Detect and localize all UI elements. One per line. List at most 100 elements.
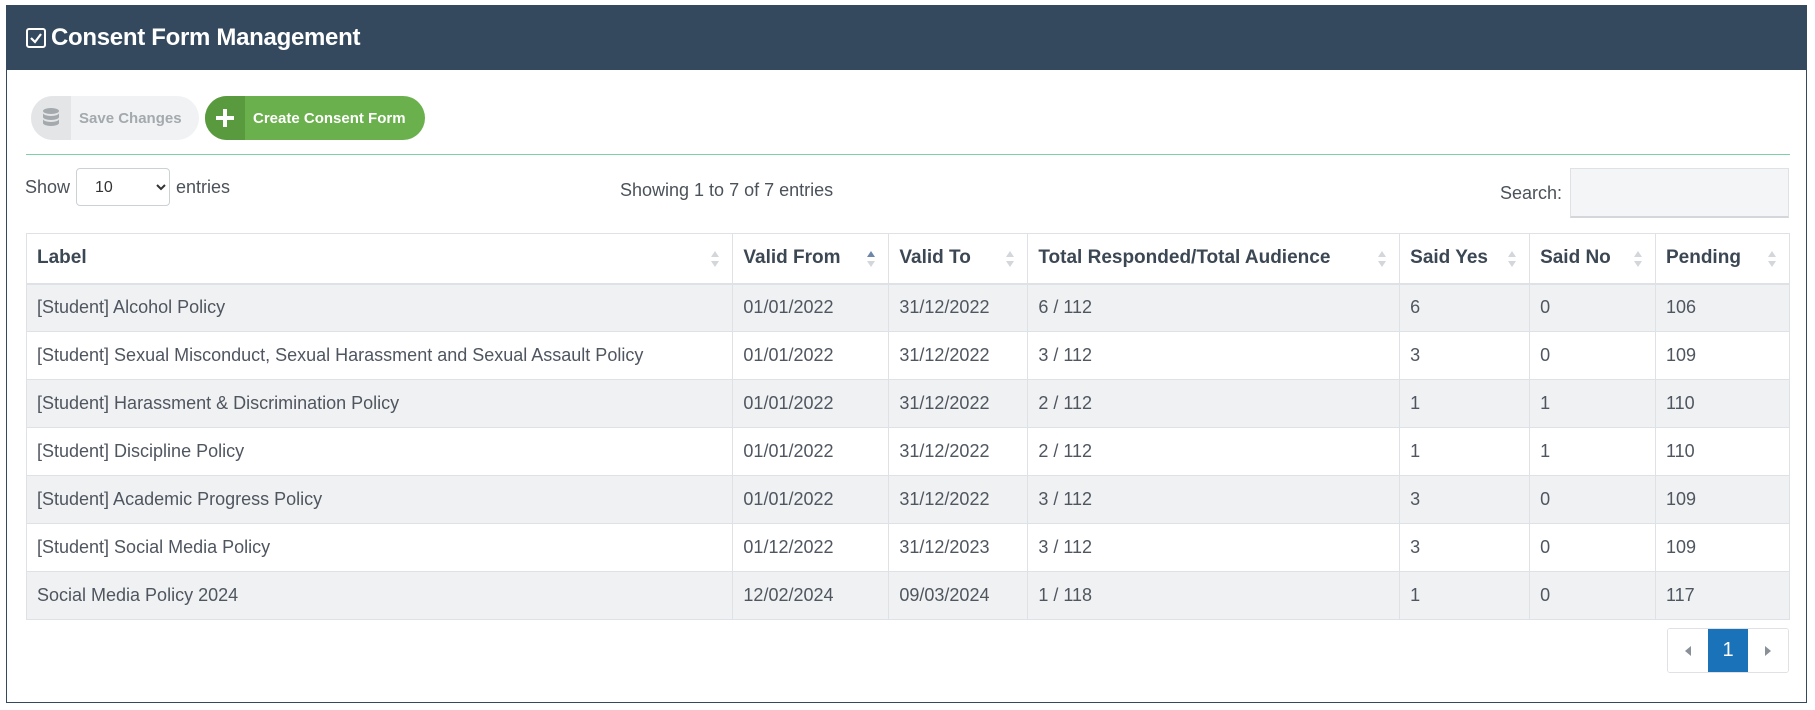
table-row[interactable]: [Student] Alcohol Policy 01/01/2022 31/1… <box>25 283 1791 332</box>
search-label: Search: <box>1499 182 1562 203</box>
sort-icon <box>1508 251 1517 267</box>
column-header-said-yes[interactable]: Said Yes <box>1399 233 1531 285</box>
cell-said-no: 1 <box>1529 427 1656 476</box>
pagination: 1 <box>1667 628 1789 673</box>
table-row[interactable]: [Student] Discipline Policy 01/01/2022 3… <box>25 427 1791 476</box>
cell-pending: 109 <box>1654 331 1791 380</box>
cell-valid-to: 31/12/2022 <box>888 475 1029 524</box>
create-consent-form-label: Create Consent Form <box>253 109 406 127</box>
cell-total-responded: 2 / 112 <box>1027 427 1401 476</box>
panel-header: Consent Form Management <box>7 6 1806 70</box>
sort-icon <box>1378 251 1387 267</box>
sort-icon <box>1768 251 1776 267</box>
table-row[interactable]: [Student] Academic Progress Policy 01/01… <box>25 475 1791 524</box>
column-header-text: Said No <box>1540 247 1611 269</box>
toolbar-divider <box>26 154 1790 155</box>
caret-left-icon <box>1685 645 1691 656</box>
cell-total-responded: 3 / 112 <box>1027 523 1401 572</box>
cell-said-no: 0 <box>1529 523 1656 572</box>
table-row[interactable]: [Student] Harassment & Discrimination Po… <box>25 379 1791 428</box>
cell-label: Social Media Policy 2024 <box>25 571 734 620</box>
column-header-said-no[interactable]: Said No <box>1529 233 1656 285</box>
cell-total-responded: 3 / 112 <box>1027 331 1401 380</box>
consent-forms-table: Label Valid From Valid To Total Responde… <box>25 233 1791 620</box>
next-page-button[interactable] <box>1748 629 1788 672</box>
cell-said-yes: 3 <box>1399 523 1531 572</box>
cell-valid-from: 01/01/2022 <box>732 427 890 476</box>
cell-said-no: 0 <box>1529 475 1656 524</box>
column-header-text: Pending <box>1665 247 1741 269</box>
column-header-total-responded[interactable]: Total Responded/Total Audience <box>1027 233 1401 285</box>
cell-label: [Student] Discipline Policy <box>25 427 734 476</box>
plus-icon <box>205 96 245 140</box>
table-row[interactable]: [Student] Sexual Misconduct, Sexual Hara… <box>25 331 1791 380</box>
column-header-label[interactable]: Label <box>25 233 734 285</box>
cell-label: [Student] Alcohol Policy <box>25 283 734 332</box>
cell-said-no: 0 <box>1529 571 1656 620</box>
cell-total-responded: 6 / 112 <box>1027 283 1401 332</box>
sort-icon <box>1006 251 1015 267</box>
cell-valid-to: 31/12/2022 <box>888 331 1029 380</box>
cell-total-responded: 2 / 112 <box>1027 379 1401 428</box>
cell-said-yes: 1 <box>1399 571 1531 620</box>
cell-said-no: 0 <box>1529 331 1656 380</box>
cell-pending: 110 <box>1654 379 1791 428</box>
cell-pending: 109 <box>1654 523 1791 572</box>
column-header-text: Label <box>37 247 87 269</box>
column-header-text: Total Responded/Total Audience <box>1038 247 1331 269</box>
cell-label: [Student] Sexual Misconduct, Sexual Hara… <box>25 331 734 380</box>
show-label: Show <box>25 176 71 197</box>
cell-said-yes: 1 <box>1399 379 1531 428</box>
cell-said-yes: 6 <box>1399 283 1531 332</box>
sort-icon <box>1633 251 1642 267</box>
create-consent-form-button[interactable]: Create Consent Form <box>205 96 425 140</box>
search-input[interactable] <box>1570 168 1789 218</box>
entries-length-control: Show 10 entries <box>25 168 230 206</box>
table-header-row: Label Valid From Valid To Total Responde… <box>25 233 1791 285</box>
cell-label: [Student] Social Media Policy <box>25 523 734 572</box>
cell-label: [Student] Harassment & Discrimination Po… <box>25 379 734 428</box>
page-number-button[interactable]: 1 <box>1708 629 1748 672</box>
cell-pending: 109 <box>1654 475 1791 524</box>
previous-page-button[interactable] <box>1668 629 1708 672</box>
cell-said-yes: 3 <box>1399 331 1531 380</box>
cell-said-yes: 3 <box>1399 475 1531 524</box>
cell-valid-from: 12/02/2024 <box>732 571 890 620</box>
column-header-valid-from[interactable]: Valid From <box>732 233 890 285</box>
cell-said-no: 1 <box>1529 379 1656 428</box>
table-info: Showing 1 to 7 of 7 entries <box>620 180 834 200</box>
caret-right-icon <box>1765 645 1771 656</box>
cell-said-no: 0 <box>1529 283 1656 332</box>
column-header-text: Valid To <box>899 247 971 269</box>
table-row[interactable]: [Student] Social Media Policy 01/12/2022… <box>25 523 1791 572</box>
cell-pending: 106 <box>1654 283 1791 332</box>
cell-valid-to: 31/12/2022 <box>888 427 1029 476</box>
database-icon <box>31 96 71 140</box>
cell-total-responded: 3 / 112 <box>1027 475 1401 524</box>
entries-per-page-select[interactable]: 10 <box>76 168 171 206</box>
checkbox-icon <box>25 27 47 49</box>
cell-valid-to: 09/03/2024 <box>888 571 1029 620</box>
column-header-valid-to[interactable]: Valid To <box>888 233 1029 285</box>
column-header-text: Said Yes <box>1410 247 1488 269</box>
cell-said-yes: 1 <box>1399 427 1531 476</box>
page-title: Consent Form Management <box>51 24 361 51</box>
sort-icon <box>711 251 720 267</box>
cell-valid-from: 01/01/2022 <box>732 475 890 524</box>
save-changes-button[interactable]: Save Changes <box>31 96 199 140</box>
cell-valid-to: 31/12/2022 <box>888 379 1029 428</box>
toolbar: Save Changes Create Consent Form <box>31 96 425 140</box>
column-header-pending[interactable]: Pending <box>1654 233 1791 285</box>
sort-ascending-icon <box>867 251 876 267</box>
cell-pending: 117 <box>1654 571 1791 620</box>
cell-valid-from: 01/01/2022 <box>732 379 890 428</box>
entries-label: entries <box>176 176 231 197</box>
table-row[interactable]: Social Media Policy 2024 12/02/2024 09/0… <box>25 571 1791 620</box>
cell-pending: 110 <box>1654 427 1791 476</box>
cell-label: [Student] Academic Progress Policy <box>25 475 734 524</box>
column-header-text: Valid From <box>743 247 841 269</box>
cell-valid-to: 31/12/2022 <box>888 283 1029 332</box>
cell-valid-from: 01/01/2022 <box>732 331 890 380</box>
search-control: Search: <box>1500 168 1789 218</box>
cell-valid-from: 01/01/2022 <box>732 283 890 332</box>
